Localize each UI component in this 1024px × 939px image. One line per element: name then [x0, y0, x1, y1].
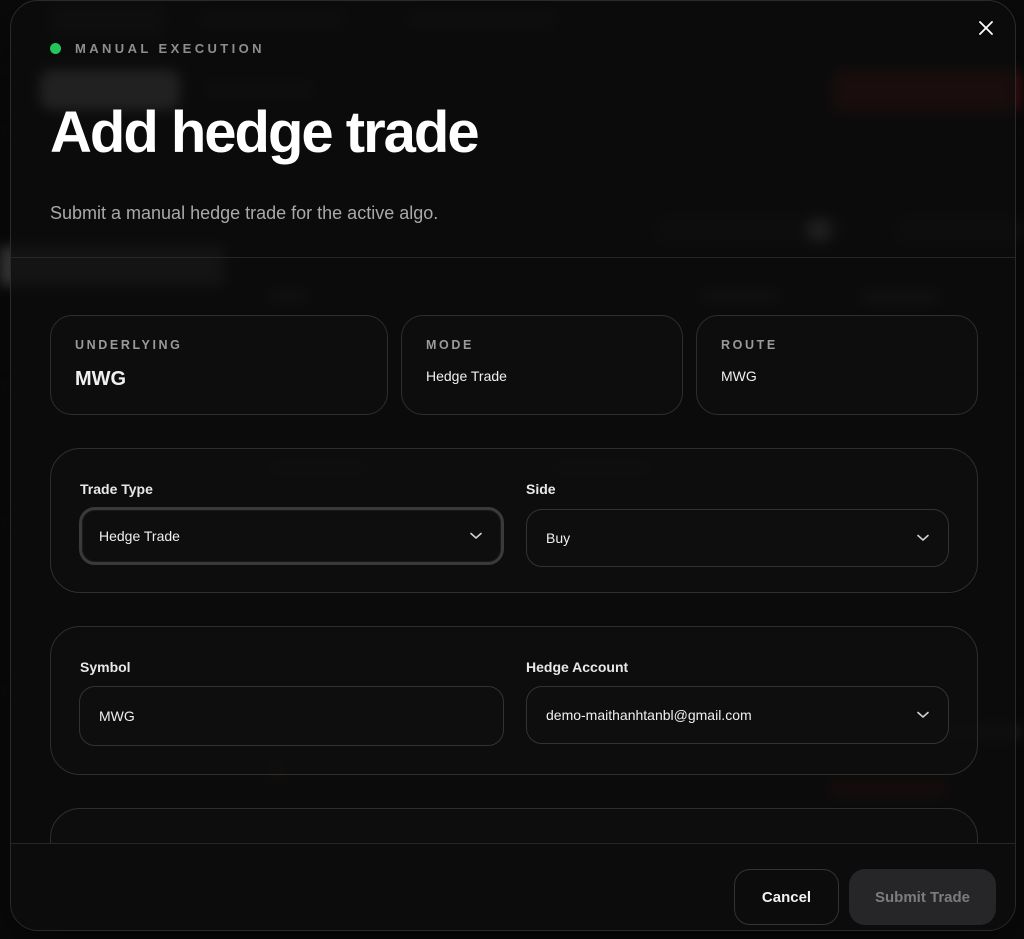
side-label: Side — [526, 481, 556, 497]
status-dot — [50, 43, 61, 54]
submit-trade-button[interactable]: Submit Trade — [849, 869, 996, 925]
chevron-down-icon — [916, 531, 930, 545]
symbol-label: Symbol — [80, 659, 131, 675]
underlying-value: MWG — [75, 368, 127, 390]
chevron-down-icon — [916, 708, 930, 722]
account-section: Symbol MWG Hedge Account demo-maithanhta… — [50, 626, 978, 775]
mode-card: MODE Hedge Trade — [401, 315, 683, 415]
trade-type-label: Trade Type — [80, 481, 153, 497]
symbol-value: MWG — [99, 708, 135, 724]
modal-title: Add hedge trade — [50, 100, 480, 165]
underlying-card: UNDERLYING MWG — [50, 315, 388, 415]
hedge-account-label: Hedge Account — [526, 659, 629, 675]
trade-type-select[interactable]: Hedge Trade — [79, 507, 504, 565]
add-hedge-trade-modal: MANUAL EXECUTION Add hedge trade Submit … — [10, 0, 1016, 931]
trade-type-value: Hedge Trade — [99, 528, 180, 544]
hedge-account-value: demo-maithanhtanbl@gmail.com — [546, 707, 752, 723]
close-button[interactable] — [975, 17, 997, 39]
cancel-button[interactable]: Cancel — [734, 869, 839, 925]
symbol-input[interactable]: MWG — [79, 686, 504, 746]
eyebrow: MANUAL EXECUTION — [50, 41, 265, 56]
route-card: ROUTE MWG — [696, 315, 978, 415]
eyebrow-label: MANUAL EXECUTION — [75, 41, 265, 56]
mode-value: Hedge Trade — [426, 368, 507, 384]
mode-label: MODE — [426, 338, 474, 352]
side-value: Buy — [546, 530, 571, 546]
side-select[interactable]: Buy — [526, 509, 949, 567]
underlying-label: UNDERLYING — [75, 338, 183, 352]
header-divider — [11, 257, 1015, 258]
close-icon — [979, 21, 993, 35]
chevron-down-icon — [469, 529, 483, 543]
route-value: MWG — [721, 368, 757, 384]
route-label: ROUTE — [721, 338, 778, 352]
modal-subtitle: Submit a manual hedge trade for the acti… — [50, 203, 439, 223]
hedge-account-select[interactable]: demo-maithanhtanbl@gmail.com — [526, 686, 949, 744]
trade-section: Trade Type Hedge Trade Side Buy — [50, 448, 978, 593]
